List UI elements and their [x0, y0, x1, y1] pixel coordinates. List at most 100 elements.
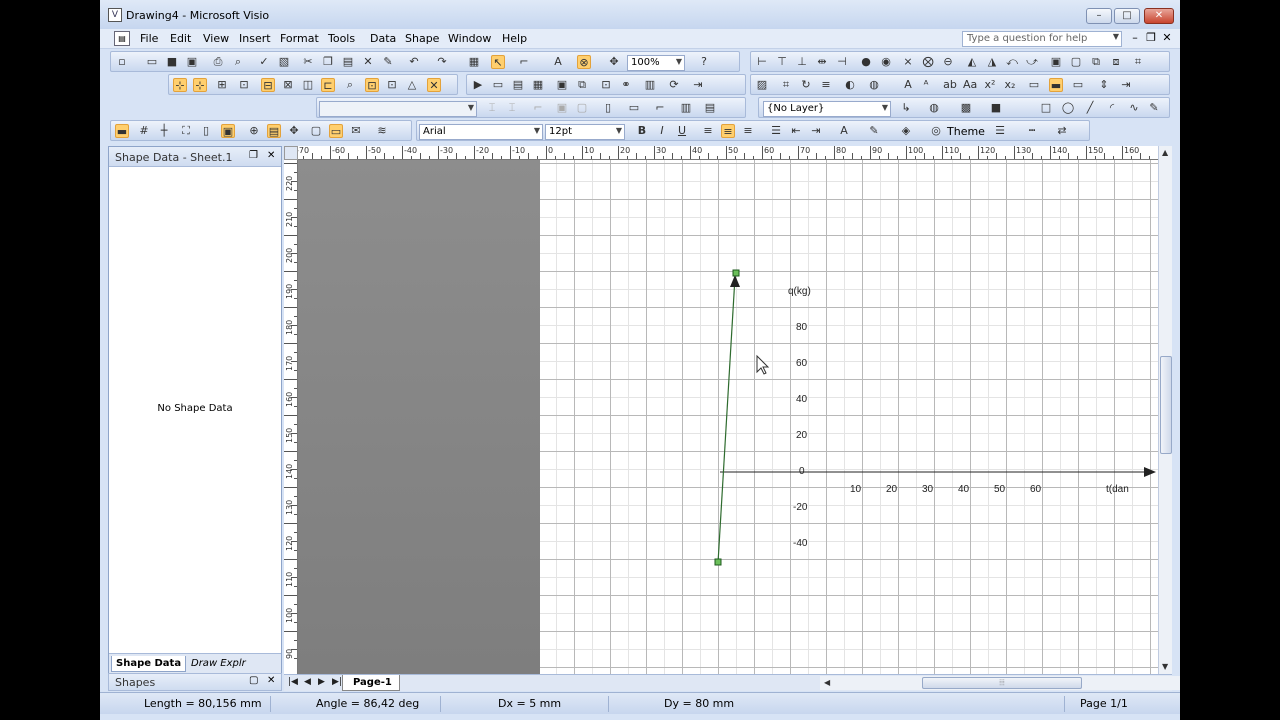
snap-icon[interactable]: ⊹ — [173, 78, 187, 92]
bring-front-icon[interactable]: ⧉ — [1089, 55, 1103, 69]
snap-ruler-icon[interactable]: ⊡ — [237, 78, 251, 92]
snap-grid-icon[interactable]: ⊞ — [215, 78, 229, 92]
fill-color-icon[interactable]: ◍ — [927, 101, 941, 115]
menu-file[interactable]: File — [140, 32, 158, 45]
x-axis-label[interactable]: t(dan — [1106, 484, 1129, 495]
vertical-scrollbar[interactable]: ▲ ▼ — [1158, 146, 1172, 674]
bold-button[interactable]: B — [635, 124, 649, 138]
font-select[interactable]: Arial ▼ — [419, 124, 543, 140]
vertical-ruler[interactable]: 220 210 200 190 180 170 160 150 140 130 120 110 100 9… — [284, 160, 298, 674]
x-tick-label[interactable]: 10 — [850, 484, 861, 495]
comments-icon[interactable]: ✉ — [349, 124, 363, 138]
ungroup-disabled-icon[interactable]: ▢ — [575, 101, 589, 115]
distribute-shapes-icon[interactable]: ⌶ — [505, 101, 519, 115]
pane-restore-button[interactable]: ❐ — [249, 150, 258, 161]
shadow-icon[interactable]: ■ — [989, 101, 1003, 115]
x-tick-label[interactable]: 20 — [886, 484, 897, 495]
drawing-explorer-icon[interactable]: ▭ — [329, 124, 343, 138]
align-left-icon[interactable]: ⊢ — [755, 55, 769, 69]
drawing-canvas[interactable]: q(kg) t(dan 80 60 40 20 0 -20 -40 10 20 … — [298, 160, 1158, 674]
menu-insert[interactable]: Insert — [239, 32, 271, 45]
page-icon[interactable]: ▯ — [601, 101, 615, 115]
chevron-down-icon[interactable]: ▼ — [1113, 32, 1119, 41]
shapes-restore-button[interactable]: ▢ — [249, 675, 258, 686]
research-icon[interactable]: ▧ — [277, 55, 291, 69]
close-button[interactable]: ✕ — [1144, 8, 1174, 24]
save-icon[interactable]: ■ — [165, 55, 179, 69]
ellipse-tool-icon[interactable]: ◯ — [1061, 101, 1075, 115]
menu-view[interactable]: View — [203, 32, 229, 45]
last-page-button[interactable]: ▶| — [332, 677, 342, 687]
increase-indent-icon[interactable]: ⇥ — [809, 124, 823, 138]
size-position-icon[interactable]: ✥ — [287, 124, 301, 138]
rotate-left-icon[interactable]: ⤺ — [1005, 55, 1019, 69]
connector-style-icon[interactable]: ⌐ — [653, 101, 667, 115]
chevron-down-icon[interactable]: ▼ — [468, 103, 474, 112]
maximize-button[interactable]: □ — [1114, 8, 1140, 24]
chevron-down-icon[interactable]: ▼ — [676, 57, 682, 66]
theme-button[interactable]: Theme — [947, 125, 985, 138]
align-right-icon[interactable]: ⊣ — [835, 55, 849, 69]
scroll-down-icon[interactable]: ▼ — [1162, 662, 1168, 671]
fill-pattern-icon[interactable]: ▩ — [959, 101, 973, 115]
y-tick-label[interactable]: 60 — [796, 358, 807, 369]
picture-icon[interactable]: ▨ — [755, 78, 769, 92]
text-block-top-icon[interactable]: ▭ — [1027, 78, 1041, 92]
end-point-handle[interactable] — [732, 269, 740, 277]
x-tick-label[interactable]: 60 — [1030, 484, 1041, 495]
y-tick-label[interactable]: 0 — [799, 466, 805, 477]
text-block-middle-icon[interactable]: ▬ — [1049, 78, 1063, 92]
glue-icon[interactable]: ⊹ — [193, 78, 207, 92]
help-search-input[interactable]: Type a question for help ▼ — [962, 31, 1122, 47]
begin-point-handle[interactable] — [714, 558, 722, 566]
layers-icon[interactable]: ▤ — [703, 101, 717, 115]
doc-restore-button[interactable]: ❐ — [1144, 31, 1158, 44]
controls-icon[interactable]: ▣ — [555, 78, 569, 92]
horizontal-scrollbar[interactable]: ◀ ⦙⦙⦙ ▶ — [820, 676, 1180, 690]
pane-close-button[interactable]: ✕ — [267, 150, 275, 161]
tab-drawing-explorer[interactable]: Draw Explr — [187, 656, 250, 672]
rectangle-tool-icon[interactable]: □ — [1039, 101, 1053, 115]
pointer-tool-icon[interactable]: ↖ — [491, 55, 505, 69]
align-top-icon[interactable]: ⊤ — [775, 55, 789, 69]
theme-icon[interactable]: ◎ — [929, 124, 943, 138]
delete-icon[interactable]: ✕ — [361, 55, 375, 69]
connection-point-icon[interactable]: ⊗ — [577, 55, 591, 69]
connector-tool-icon[interactable]: ⌐ — [517, 55, 531, 69]
macro-icon[interactable]: ▤ — [511, 78, 525, 92]
minimize-button[interactable]: – — [1086, 8, 1112, 24]
help-icon[interactable]: ? — [697, 55, 711, 69]
combine-icon[interactable]: ◉ — [879, 55, 893, 69]
flip-vertical-icon[interactable]: ◮ — [985, 55, 999, 69]
paste-icon[interactable]: ▤ — [341, 55, 355, 69]
triangle-icon[interactable]: △ — [405, 78, 419, 92]
selected-line-shape[interactable] — [717, 276, 736, 564]
open-icon[interactable]: ▭ — [145, 55, 159, 69]
scroll-left-icon[interactable]: ◀ — [824, 678, 830, 687]
shapesheet-icon[interactable]: ▦ — [531, 78, 545, 92]
connect-shapes-icon[interactable]: ⌐ — [531, 101, 545, 115]
decrease-indent-icon[interactable]: ⇤ — [789, 124, 803, 138]
page-breaks-icon[interactable]: ▯ — [199, 124, 213, 138]
align-text-left-icon[interactable]: ≡ — [701, 124, 715, 138]
grow-font-icon[interactable]: A — [901, 78, 915, 92]
intersect-icon[interactable]: ⨂ — [921, 55, 935, 69]
style-select[interactable]: ▼ — [319, 101, 477, 117]
pan-zoom-window-icon[interactable]: ▢ — [309, 124, 323, 138]
copy-icon[interactable]: ❐ — [321, 55, 335, 69]
code-icon[interactable]: ⧉ — [575, 78, 589, 92]
cancel-snap-icon[interactable]: ✕ — [427, 78, 441, 92]
menu-format[interactable]: Format — [280, 32, 319, 45]
task-pane-icon[interactable]: ▣ — [221, 124, 235, 138]
ungroup-icon[interactable]: ▢ — [1069, 55, 1083, 69]
text-tool-icon[interactable]: A — [551, 55, 565, 69]
distribute-icon[interactable]: ⇹ — [815, 55, 829, 69]
x-tick-label[interactable]: 40 — [958, 484, 969, 495]
rotate-right-icon[interactable]: ⤻ — [1025, 55, 1039, 69]
chevron-down-icon[interactable]: ▼ — [616, 126, 622, 135]
vertical-scroll-thumb[interactable] — [1160, 356, 1172, 454]
fill-bucket-icon[interactable]: ◈ — [899, 124, 913, 138]
shapes-icon[interactable]: ▦ — [467, 55, 481, 69]
shrink-font-icon[interactable]: ᴬ — [919, 78, 933, 92]
group-disabled-icon[interactable]: ▣ — [555, 101, 569, 115]
